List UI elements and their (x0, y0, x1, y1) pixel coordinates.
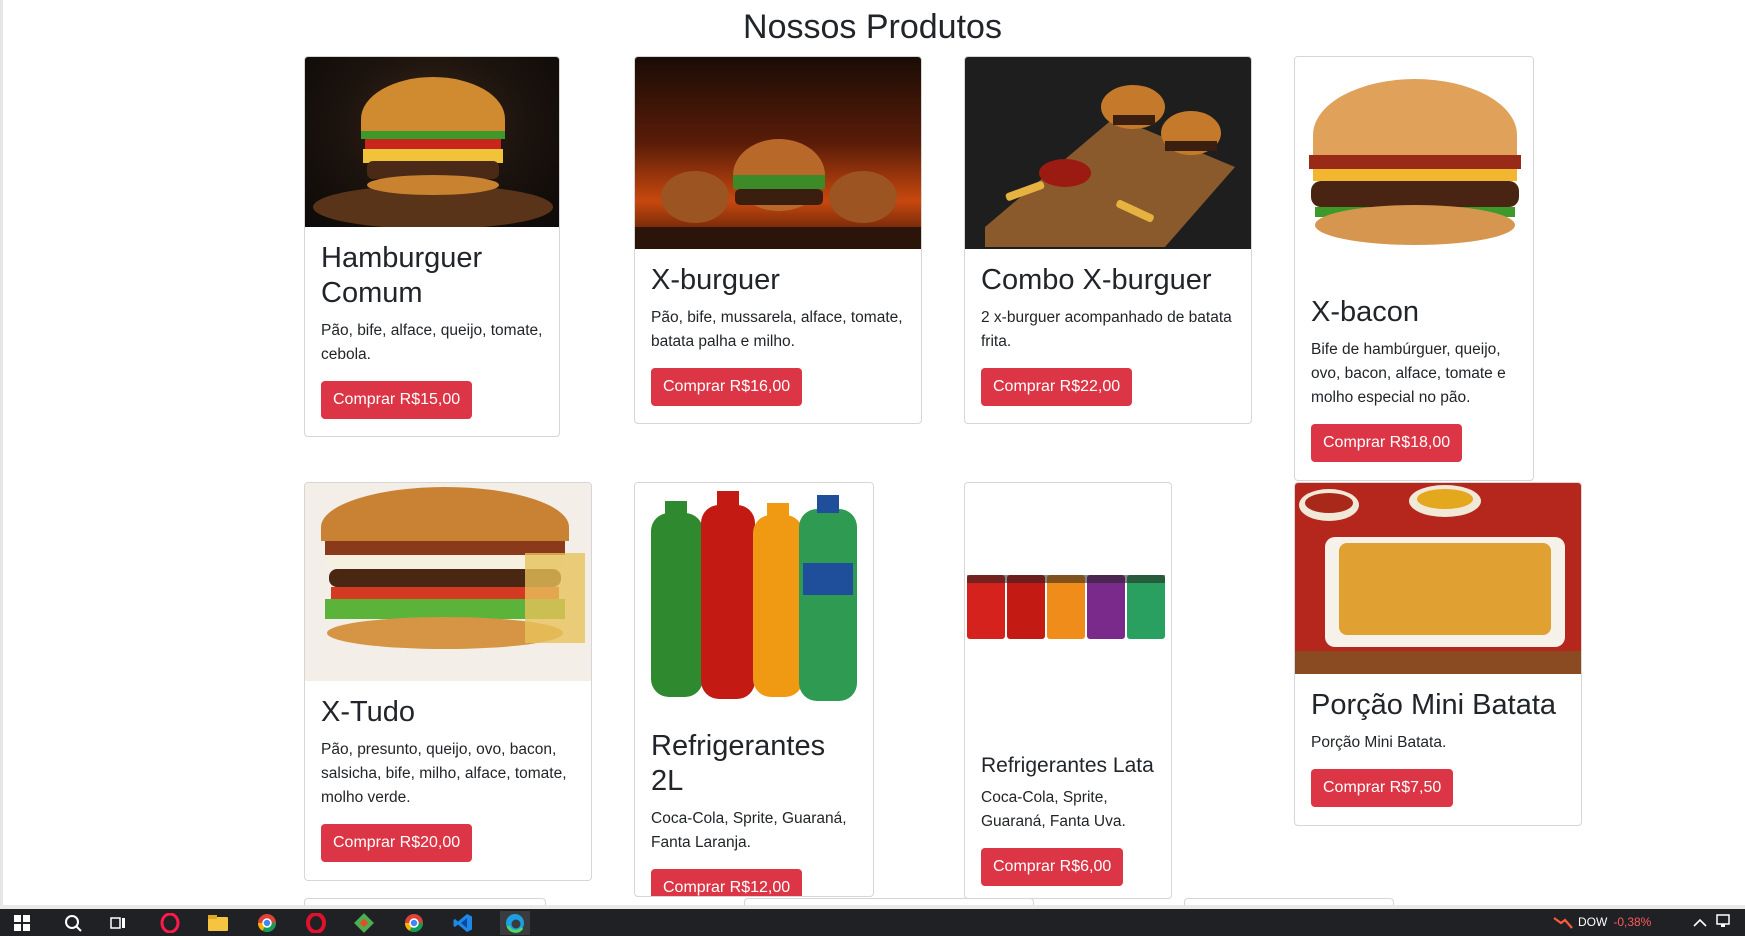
product-description: Bife de hambúrguer, queijo, ovo, bacon, … (1311, 340, 1506, 406)
card-body: X-Tudo Pão, presunto, queijo, ovo, bacon… (305, 681, 591, 878)
product-card-porcao-mini-batata: Porção Mini Batata Porção Mini Batata. C… (1294, 482, 1582, 826)
network-icon[interactable] (1716, 914, 1732, 931)
page-title: Nossos Produtos (743, 8, 1002, 46)
product-description: 2 x-burguer acompanhado de batata frita. (981, 308, 1232, 350)
product-title: Refrigerantes 2L (651, 730, 826, 797)
product-title: X-burguer (651, 264, 780, 296)
git-icon[interactable] (353, 912, 375, 934)
product-title: X-Tudo (321, 696, 416, 728)
buy-button-porcao-mini-batata[interactable]: Comprar R$7,50 (1311, 768, 1454, 807)
product-description: Porção Mini Batata. (1311, 733, 1447, 751)
page: Nossos Produtos Hamburguer Comum Pão, bi… (0, 0, 1745, 913)
stock-chart-icon[interactable] (1552, 912, 1574, 934)
opera-gx-icon[interactable] (159, 912, 181, 934)
windows-start-icon[interactable] (11, 912, 33, 934)
chrome-icon[interactable] (256, 912, 278, 934)
product-title: Porção Mini Batata (1311, 689, 1557, 721)
buy-button-combo-x-burguer[interactable]: Comprar R$22,00 (981, 367, 1133, 406)
product-card-refrigerantes-lata: Refrigerantes Lata Coca-Cola, Sprite, Gu… (964, 482, 1172, 899)
product-image-x-burguer (635, 57, 921, 249)
product-card-x-burguer: X-burguer Pão, bife, mussarela, alface, … (634, 56, 922, 424)
card-body: Porção Mini Batata Porção Mini Batata. C… (1295, 674, 1581, 823)
product-description: Coca-Cola, Sprite, Guaraná, Fanta Laranj… (651, 809, 847, 851)
product-image-x-bacon (1295, 57, 1533, 281)
product-image-refrigerantes-lata (965, 483, 1171, 739)
vscode-icon[interactable] (452, 912, 474, 934)
buy-button-x-burguer[interactable]: Comprar R$16,00 (651, 367, 803, 406)
opera-icon[interactable] (305, 912, 327, 934)
product-description: Coca-Cola, Sprite, Guaraná, Fanta Uva. (981, 789, 1126, 831)
chevron-up-icon[interactable] (1693, 914, 1707, 930)
product-image-x-tudo (305, 483, 591, 681)
page-edge (0, 0, 3, 909)
product-card-refrigerantes-2l: Refrigerantes 2L Coca-Cola, Sprite, Guar… (634, 482, 874, 897)
ticker-change: -0,38% (1613, 915, 1652, 929)
search-icon[interactable] (62, 912, 84, 934)
product-image-hamburguer (305, 57, 559, 227)
buy-button-refrigerantes-lata[interactable]: Comprar R$6,00 (981, 848, 1124, 887)
buy-button-hamburguer-comum[interactable]: Comprar R$15,00 (321, 380, 473, 419)
product-title: Refrigerantes Lata (981, 754, 1154, 777)
card-body: Refrigerantes 2L Coca-Cola, Sprite, Guar… (635, 715, 873, 896)
card-body: Hamburguer Comum Pão, bife, alface, quei… (305, 227, 559, 435)
card-body: X-burguer Pão, bife, mussarela, alface, … (635, 249, 921, 422)
product-card-hamburguer-comum: Hamburguer Comum Pão, bife, alface, quei… (304, 56, 560, 437)
buy-button-x-tudo[interactable]: Comprar R$20,00 (321, 823, 473, 862)
product-title: X-bacon (1311, 296, 1420, 328)
product-card-x-bacon: X-bacon Bife de hambúrguer, queijo, ovo,… (1294, 56, 1534, 481)
task-view-icon[interactable] (107, 912, 129, 934)
edge-icon[interactable] (500, 911, 530, 935)
ticker-symbol: DOW (1578, 915, 1608, 929)
product-card-x-tudo: X-Tudo Pão, presunto, queijo, ovo, bacon… (304, 482, 592, 881)
stock-ticker[interactable]: DOW -0,38% (1578, 915, 1651, 929)
product-card-combo-x-burguer: Combo X-burguer 2 x-burguer acompanhado … (964, 56, 1252, 424)
product-image-porcao-batata (1295, 483, 1581, 674)
file-explorer-icon[interactable] (207, 912, 229, 934)
product-title: Combo X-burguer (981, 264, 1212, 296)
chrome-icon-2[interactable] (403, 912, 425, 934)
buy-button-x-bacon[interactable]: Comprar R$18,00 (1311, 423, 1463, 462)
taskbar: DOW -0,38% (0, 909, 1745, 936)
card-body: Refrigerantes Lata Coca-Cola, Sprite, Gu… (965, 739, 1171, 898)
card-body: X-bacon Bife de hambúrguer, queijo, ovo,… (1295, 281, 1533, 478)
buy-button-refrigerantes-2l[interactable]: Comprar R$12,00 (651, 868, 803, 896)
product-description: Pão, bife, alface, queijo, tomate, cebol… (321, 321, 543, 363)
product-title: Hamburguer Comum (321, 242, 483, 309)
product-image-refrigerantes-2l (635, 483, 873, 715)
product-description: Pão, presunto, queijo, ovo, bacon, salsi… (321, 740, 567, 806)
product-description: Pão, bife, mussarela, alface, tomate, ba… (651, 308, 903, 350)
product-image-combo (965, 57, 1251, 249)
card-body: Combo X-burguer 2 x-burguer acompanhado … (965, 249, 1251, 422)
